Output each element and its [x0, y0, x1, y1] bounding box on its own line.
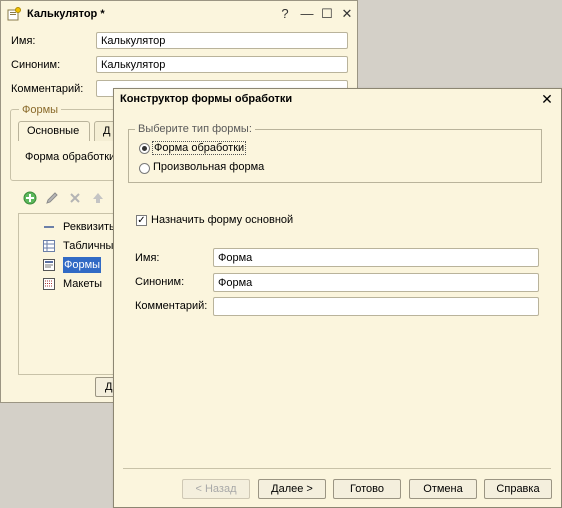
next-button[interactable]: Далее >	[258, 479, 326, 499]
tree-item-forms[interactable]: Формы	[41, 257, 116, 273]
name-field[interactable]: Форма	[213, 248, 539, 267]
synonym-field[interactable]: Форма	[213, 273, 539, 292]
main-form-checkbox-label[interactable]: Назначить форму основной	[151, 214, 293, 226]
synonym-label: Синоним:	[11, 59, 61, 71]
name-label: Имя:	[135, 252, 160, 264]
name-field[interactable]: Калькулятор	[96, 32, 348, 49]
form-type-group	[128, 129, 542, 183]
form-icon	[43, 259, 55, 271]
maximize-icon[interactable]: ☐	[319, 6, 335, 22]
done-button[interactable]: Готово	[333, 479, 401, 499]
comment-label: Комментарий:	[11, 83, 84, 95]
name-label: Имя:	[11, 35, 36, 47]
synonym-label: Синоним:	[135, 276, 185, 288]
tree-item-tabular[interactable]: Табличные	[41, 238, 120, 254]
close-icon[interactable]: ✕	[539, 91, 555, 108]
tree-item-templates[interactable]: Макеты	[41, 276, 116, 292]
table-icon	[43, 240, 55, 252]
template-icon	[43, 278, 55, 290]
dialog-title: Конструктор формы обработки	[120, 93, 293, 105]
cancel-button[interactable]: Отмена	[409, 479, 477, 499]
main-form-checkbox[interactable]: ✓	[136, 215, 147, 226]
synonym-field[interactable]: Калькулятор	[96, 56, 348, 73]
help-icon[interactable]: ?	[277, 6, 293, 22]
minimize-icon[interactable]: —	[299, 6, 315, 22]
radio-arbitrary-form[interactable]	[139, 163, 150, 174]
comment-field[interactable]	[213, 297, 539, 316]
close-icon[interactable]: ✕	[339, 6, 355, 22]
radio-processing-form-label[interactable]: Форма обработки	[152, 141, 247, 155]
edit-icon[interactable]	[45, 191, 59, 205]
move-up-icon[interactable]	[91, 191, 105, 205]
dialog-separator	[123, 468, 551, 469]
window-title: Калькулятор *	[27, 8, 105, 20]
radio-arbitrary-form-label[interactable]: Произвольная форма	[153, 161, 264, 173]
add-icon[interactable]	[23, 191, 37, 205]
forms-group-label: Формы	[19, 104, 62, 116]
back-button[interactable]: < Назад	[182, 479, 250, 499]
title-bar: Калькулятор * ? — ☐ ✕	[1, 1, 357, 27]
tree-item-attributes[interactable]: Реквизиты	[41, 219, 117, 235]
radio-processing-form[interactable]	[139, 143, 150, 154]
tab-content-text: Форма обработки	[25, 151, 116, 163]
delete-icon[interactable]	[68, 191, 82, 205]
comment-label: Комментарий:	[135, 300, 208, 312]
attribute-icon	[44, 226, 54, 228]
processor-icon	[7, 7, 21, 21]
help-button[interactable]: Справка	[484, 479, 552, 499]
tab-main[interactable]: Основные	[18, 121, 90, 141]
form-constructor-dialog: Конструктор формы обработки ✕ Выберите т…	[113, 88, 562, 508]
form-type-legend: Выберите тип формы:	[135, 123, 255, 135]
